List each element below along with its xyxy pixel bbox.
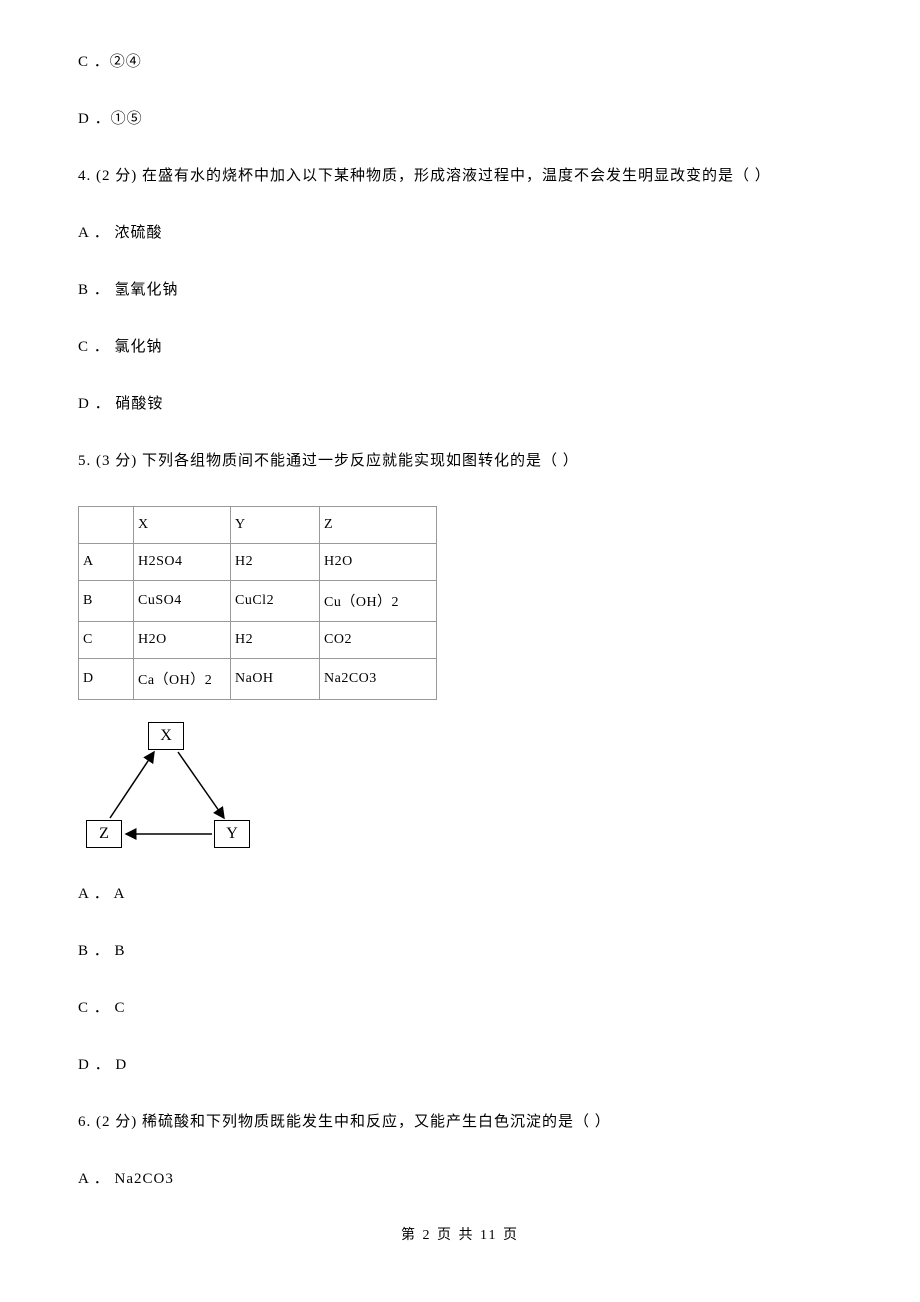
table-cell: Na2CO3 [320,659,437,700]
table-cell: H2O [134,622,231,659]
table-cell: H2SO4 [134,544,231,581]
q5-option-c: C ． C [78,996,842,1017]
table-cell: H2 [231,544,320,581]
q6-option-a: A ． Na2CO3 [78,1167,842,1188]
table-cell: B [79,581,134,622]
q4-option-b: B ． 氢氧化钠 [78,278,842,299]
q3-option-c: C ．②④ [78,50,842,71]
table-row: D Ca（OH）2 NaOH Na2CO3 [79,659,437,700]
table-cell: CO2 [320,622,437,659]
table-cell: Y [231,507,320,544]
table-row: B CuSO4 CuCl2 Cu（OH）2 [79,581,437,622]
table-cell: CuSO4 [134,581,231,622]
diagram-node-y: Y [214,820,250,848]
table-row: X Y Z [79,507,437,544]
q4-option-c: C ． 氯化钠 [78,335,842,356]
page-content: C ．②④ D ．①⑤ 4. (2 分) 在盛有水的烧杯中加入以下某种物质，形成… [0,0,920,1284]
q5-option-d: D ． D [78,1053,842,1074]
table-row: A H2SO4 H2 H2O [79,544,437,581]
table-cell: NaOH [231,659,320,700]
q5-option-b: B ． B [78,939,842,960]
diagram-node-x: X [148,722,184,750]
table-cell: X [134,507,231,544]
table-cell: C [79,622,134,659]
q5-option-a: A ． A [78,882,842,903]
table-row: C H2O H2 CO2 [79,622,437,659]
q4-option-a: A ． 浓硫酸 [78,221,842,242]
table-cell: Z [320,507,437,544]
table-cell [79,507,134,544]
q5-diagram: X Z Y [86,722,842,852]
q5-stem: 5. (3 分) 下列各组物质间不能通过一步反应就能实现如图转化的是（ ） [78,449,842,470]
table-cell: Ca（OH）2 [134,659,231,700]
table-cell: CuCl2 [231,581,320,622]
table-cell: H2O [320,544,437,581]
q5-table: X Y Z A H2SO4 H2 H2O B CuSO4 CuCl2 Cu（OH… [78,506,437,700]
table-cell: A [79,544,134,581]
table-cell: Cu（OH）2 [320,581,437,622]
q3-option-d: D ．①⑤ [78,107,842,128]
diagram-node-z: Z [86,820,122,848]
table-cell: H2 [231,622,320,659]
q6-stem: 6. (2 分) 稀硫酸和下列物质既能发生中和反应，又能产生白色沉淀的是（ ） [78,1110,842,1131]
q4-option-d: D ． 硝酸铵 [78,392,842,413]
q4-stem: 4. (2 分) 在盛有水的烧杯中加入以下某种物质，形成溶液过程中，温度不会发生… [78,164,842,185]
table-cell: D [79,659,134,700]
page-footer: 第 2 页 共 11 页 [78,1224,842,1244]
